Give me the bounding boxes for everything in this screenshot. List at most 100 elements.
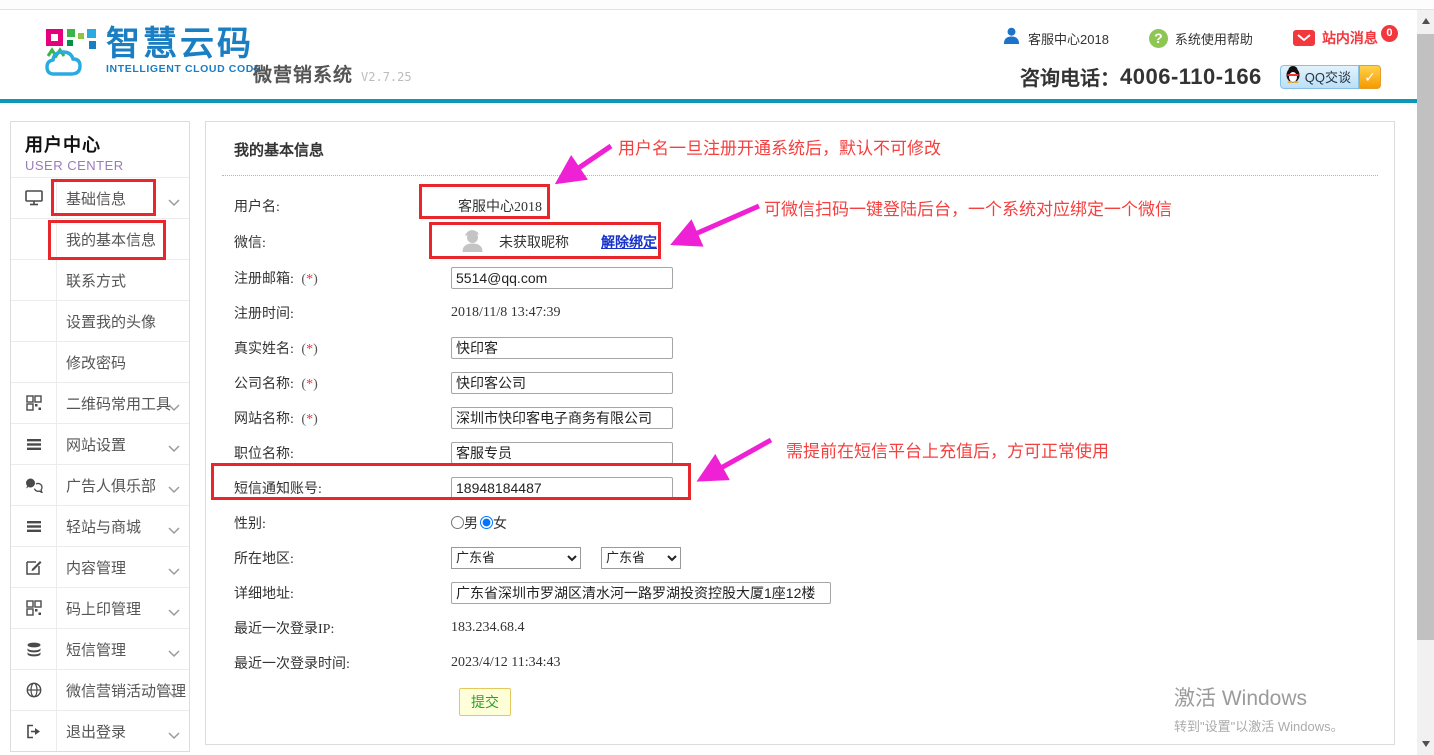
- sidebar-subtitle: USER CENTER: [25, 158, 189, 173]
- position-label: 职位名称:: [234, 443, 451, 463]
- sidebar-item-sms-mgmt[interactable]: 短信管理: [11, 628, 189, 669]
- chevron-down-icon: [168, 522, 180, 540]
- last-time-label: 最近一次登录时间:: [234, 653, 451, 673]
- sidebar-item-label: 码上印管理: [66, 598, 141, 619]
- sidebar-title: 用户中心: [25, 131, 189, 157]
- sidebar-subitem-label: 修改密码: [66, 352, 126, 373]
- sidebar-subitem-password[interactable]: 修改密码: [11, 341, 189, 382]
- annotation-wechat: 可微信扫码一键登陆后台，一个系统对应绑定一个微信: [764, 195, 1172, 220]
- submit-button[interactable]: 提交: [459, 688, 511, 716]
- globe-icon: [11, 682, 56, 698]
- website-label: 网站名称:: [234, 412, 294, 427]
- user-icon: [1002, 26, 1021, 50]
- wechat-nickname: 未获取昵称: [499, 232, 569, 252]
- sidebar-subitem-avatar[interactable]: 设置我的头像: [11, 300, 189, 341]
- triangle-up-icon: [1422, 18, 1430, 24]
- required-mark: (*): [301, 412, 317, 427]
- chevron-down-icon: [168, 194, 180, 212]
- sidebar-item-basic-info[interactable]: 基础信息: [11, 177, 189, 218]
- sms-account-field[interactable]: [451, 477, 673, 499]
- logo: 智慧云码 INTELLIGENT CLOUD CODE: [44, 26, 262, 85]
- qq-chat-button[interactable]: QQ交谈 ✓: [1280, 65, 1381, 89]
- scrollbar[interactable]: [1417, 10, 1434, 755]
- watermark-line2: 转到"设置"以激活 Windows。: [1174, 716, 1344, 735]
- sidebar-subitem-label: 设置我的头像: [66, 311, 156, 332]
- qq-penguin-icon: [1285, 65, 1301, 88]
- scrollbar-thumb[interactable]: [1417, 34, 1434, 640]
- real-name-field[interactable]: [451, 337, 673, 359]
- username-value: 客服中心2018: [451, 196, 542, 216]
- wechat-unbind-link[interactable]: 解除绑定: [601, 232, 657, 252]
- logo-qr-cloud-icon: [44, 26, 98, 85]
- sidebar-subitem-my-basic-info[interactable]: 我的基本信息: [11, 218, 189, 259]
- form-row-reg-time: 注册时间: 2018/11/8 13:47:39: [206, 295, 1394, 330]
- sidebar-item-label: 二维码常用工具: [66, 393, 171, 414]
- sidebar-item-label: 广告人俱乐部: [66, 475, 156, 496]
- watermark-line1: 激活 Windows: [1174, 682, 1344, 712]
- form-row-gender: 性别: 男 女: [206, 505, 1394, 540]
- email-field[interactable]: [451, 267, 673, 289]
- logo-title: 智慧云码: [106, 26, 262, 62]
- sidebar-subitem-label: 联系方式: [66, 270, 126, 291]
- required-mark: (*): [301, 377, 317, 392]
- form-row-website: 网站名称: (*): [206, 400, 1394, 435]
- sidebar-item-logout[interactable]: 退出登录: [11, 710, 189, 751]
- gender-female-radio[interactable]: [480, 516, 493, 529]
- list-icon: [11, 520, 56, 533]
- help-link[interactable]: ? 系统使用帮助: [1149, 29, 1253, 48]
- sidebar-item-qrcode-tools[interactable]: 二维码常用工具: [11, 382, 189, 423]
- sidebar-item-label: 退出登录: [66, 721, 126, 742]
- province-select[interactable]: 广东省: [451, 547, 581, 569]
- sidebar-item-label: 轻站与商城: [66, 516, 141, 537]
- product-name: 微营销系统: [253, 60, 353, 87]
- qq-verified-icon: ✓: [1359, 65, 1381, 89]
- account-name: 客服中心2018: [1028, 29, 1109, 48]
- product-version: V2.7.25: [361, 70, 412, 84]
- sidebar-item-site-settings[interactable]: 网站设置: [11, 423, 189, 464]
- phone-number: 4006-110-166: [1120, 64, 1262, 90]
- city-select[interactable]: 广东省: [601, 547, 681, 569]
- sidebar-item-label: 短信管理: [66, 639, 126, 660]
- annotation-username: 用户名一旦注册开通系统后，默认不可修改: [618, 134, 941, 159]
- gender-male-radio[interactable]: [451, 516, 464, 529]
- last-ip-value: 183.234.68.4: [451, 620, 525, 636]
- sidebar-item-label: 内容管理: [66, 557, 126, 578]
- gender-male-label: 男: [464, 513, 478, 533]
- sidebar-item-lite-site-mall[interactable]: 轻站与商城: [11, 505, 189, 546]
- browser-edge-strip: [0, 0, 1434, 10]
- site-messages-link[interactable]: 站内消息 0: [1293, 28, 1398, 48]
- scrollbar-up-button[interactable]: [1417, 10, 1434, 32]
- sms-label: 短信通知账号:: [234, 478, 451, 498]
- header-divider: [0, 99, 1417, 103]
- main-panel: 我的基本信息 用户名: 客服中心2018 微信: 未获取昵称 解除绑定 注册邮箱…: [205, 121, 1395, 745]
- wechat-label: 微信:: [234, 232, 451, 252]
- sidebar-subitem-contact[interactable]: 联系方式: [11, 259, 189, 300]
- gender-female-label: 女: [493, 513, 507, 533]
- sidebar-item-content-mgmt[interactable]: 内容管理: [11, 546, 189, 587]
- company-field[interactable]: [451, 372, 673, 394]
- sidebar-item-code-print-mgmt[interactable]: 码上印管理: [11, 587, 189, 628]
- sidebar-item-wechat-marketing[interactable]: 微信营销活动管理: [11, 669, 189, 710]
- region-label: 所在地区:: [234, 548, 451, 568]
- required-mark: (*): [301, 272, 317, 287]
- reg-time-value: 2018/11/8 13:47:39: [451, 305, 561, 321]
- sidebar-item-ad-club[interactable]: 广告人俱乐部: [11, 464, 189, 505]
- address-field[interactable]: [451, 582, 831, 604]
- windows-activation-watermark: 激活 Windows 转到"设置"以激活 Windows。: [1174, 682, 1344, 735]
- title-divider: [222, 175, 1378, 176]
- chevron-down-icon: [168, 481, 180, 499]
- chevron-down-icon: [168, 686, 180, 704]
- gender-label: 性别:: [234, 513, 451, 533]
- scrollbar-down-button[interactable]: [1417, 733, 1434, 755]
- header: 智慧云码 INTELLIGENT CLOUD CODE 微营销系统 V2.7.2…: [0, 10, 1417, 99]
- form-row-real-name: 真实姓名: (*): [206, 330, 1394, 365]
- form-row-last-time: 最近一次登录时间: 2023/4/12 11:34:43: [206, 645, 1394, 680]
- form-row-company: 公司名称: (*): [206, 365, 1394, 400]
- account-menu[interactable]: 客服中心2018: [1002, 26, 1109, 50]
- position-field[interactable]: [451, 442, 673, 464]
- logo-subtitle: INTELLIGENT CLOUD CODE: [106, 63, 262, 75]
- real-name-label: 真实姓名:: [234, 342, 294, 357]
- website-name-field[interactable]: [451, 407, 673, 429]
- sidebar-subitem-label: 我的基本信息: [66, 229, 156, 250]
- qrcode-icon: [11, 395, 56, 411]
